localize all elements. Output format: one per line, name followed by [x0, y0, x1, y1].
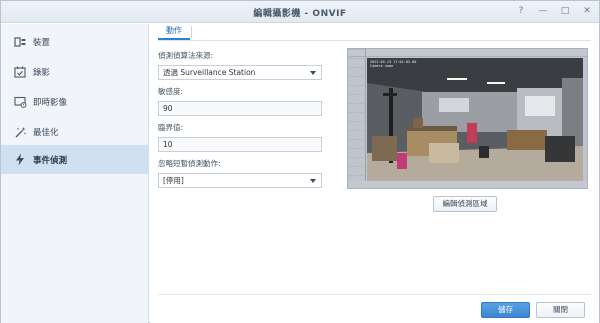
edit-detection-area-button[interactable]: 編輯偵測區域 — [433, 196, 497, 212]
sidebar-item-label: 事件偵測 — [33, 155, 68, 166]
close-button[interactable]: 關閉 — [536, 302, 585, 318]
sidebar-item-optimize[interactable]: 最佳化 — [1, 117, 149, 147]
camera-timestamp: 2022.04.13 17:01:03.00 Camera name — [370, 60, 416, 68]
sidebar-item-recording[interactable]: 錄影 — [1, 57, 149, 87]
magic-wand-icon — [13, 125, 27, 139]
camera-preview[interactable]: 2022.04.13 17:01:03.00 Camera name — [347, 48, 588, 189]
camera-scene — [367, 58, 583, 181]
detection-grid — [348, 49, 366, 188]
sidebar-item-event-detection[interactable]: 事件偵測 — [1, 145, 149, 174]
source-label: 偵測偵算法來源: — [158, 51, 214, 60]
preview-bottom-strip — [348, 181, 587, 188]
save-button[interactable]: 儲存 — [481, 302, 530, 318]
source-value: 透過 Surveillance Station — [163, 68, 256, 77]
title-bar[interactable]: 編輯攝影機 - ONVIF ? — □ ✕ — [1, 1, 599, 23]
sidebar-item-label: 錄影 — [33, 68, 51, 78]
threshold-label: 臨界值: — [158, 123, 184, 132]
live-view-icon — [13, 95, 27, 109]
camera-name-text: Camera name — [370, 64, 394, 68]
maximize-button[interactable]: □ — [559, 5, 571, 17]
sidebar: 裝置 錄影 即時影像 最佳化 事件偵測 — [1, 24, 149, 323]
lightning-icon — [13, 153, 27, 167]
footer-divider — [158, 294, 591, 295]
threshold-input[interactable]: 10 — [158, 137, 322, 152]
help-button[interactable]: ? — [515, 5, 527, 17]
preview-top-strip — [348, 49, 587, 57]
sidebar-item-live-view[interactable]: 即時影像 — [1, 87, 149, 117]
tab-divider — [191, 26, 192, 38]
calendar-check-icon — [13, 65, 27, 79]
sidebar-item-label: 即時影像 — [33, 98, 68, 108]
close-window-button[interactable]: ✕ — [581, 5, 593, 17]
ignore-short-label: 忽略短暫偵測動作: — [158, 159, 221, 168]
window-title: 編輯攝影機 - ONVIF — [253, 9, 347, 19]
main-content: 動作 偵測偵算法來源: 透過 Surveillance Station 敏感度:… — [150, 24, 599, 323]
ignore-short-value: [停用] — [163, 176, 184, 185]
camera-image: 2022.04.13 17:01:03.00 Camera name — [367, 58, 583, 181]
tab-motion[interactable]: 動作 — [158, 24, 190, 40]
minimize-button[interactable]: — — [537, 5, 549, 17]
sidebar-item-label: 最佳化 — [33, 128, 59, 138]
source-select[interactable]: 透過 Surveillance Station — [158, 65, 322, 80]
chevron-down-icon — [310, 71, 316, 75]
device-icon — [13, 35, 27, 49]
sidebar-item-device[interactable]: 裝置 — [1, 27, 149, 57]
sidebar-item-label: 裝置 — [33, 38, 51, 48]
edit-camera-window: 編輯攝影機 - ONVIF ? — □ ✕ 裝置 錄影 即時影像 最佳化 事件偵… — [0, 0, 600, 323]
tab-underline — [158, 40, 591, 41]
sensitivity-input[interactable]: 90 — [158, 101, 322, 116]
ignore-short-select[interactable]: [停用] — [158, 173, 322, 188]
chevron-down-icon — [310, 179, 316, 183]
sensitivity-label: 敏感度: — [158, 87, 184, 96]
